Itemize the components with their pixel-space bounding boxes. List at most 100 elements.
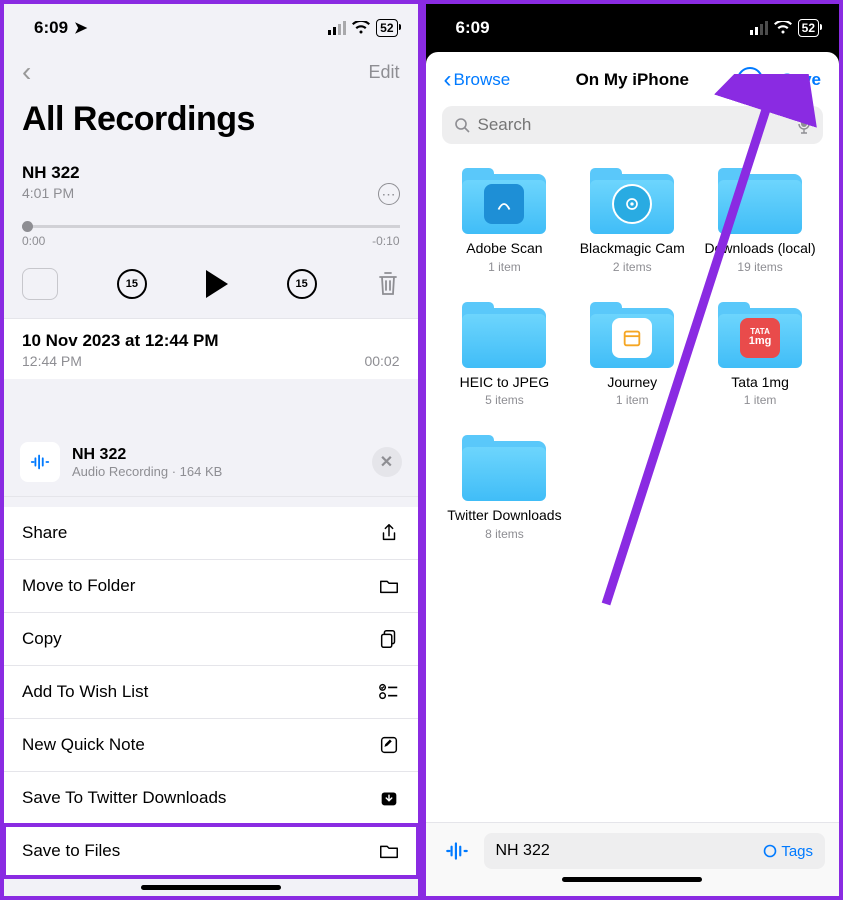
browse-back-button[interactable]: ‹ Browse <box>444 66 511 94</box>
folder-icon <box>718 168 802 234</box>
recording-name: NH 322 <box>22 163 400 183</box>
voice-memos-screen: 6:09 ➤ 52 ‹ Edit All Recordings NH 322 4… <box>0 0 422 900</box>
status-time: 6:09 <box>34 18 68 38</box>
more-options-icon[interactable]: ⋯ <box>378 183 400 205</box>
twitter-downloads-action[interactable]: Save To Twitter Downloads <box>4 772 418 825</box>
share-icon <box>378 522 400 544</box>
folder-downloads-local[interactable]: Downloads (local) 19 items <box>699 168 821 274</box>
folder-count: 5 items <box>485 393 524 407</box>
battery-icon: 52 <box>376 19 397 37</box>
timeline-track[interactable] <box>22 225 400 228</box>
sheet-actions: Share Move to Folder Copy Add To Wish Li… <box>4 507 418 877</box>
folder-twitter-downloads[interactable]: Twitter Downloads 8 items <box>444 435 566 541</box>
folder-icon <box>590 302 674 368</box>
action-label: Save to Files <box>22 841 120 861</box>
sheet-subtitle: Audio Recording · 164 KB <box>72 464 360 479</box>
download-box-icon <box>378 787 400 809</box>
current-recording[interactable]: NH 322 4:01 PM ⋯ <box>4 153 418 207</box>
folder-tata-1mg[interactable]: TATA1mg Tata 1mg 1 item <box>699 302 821 408</box>
move-to-folder-action[interactable]: Move to Folder <box>4 560 418 613</box>
folder-icon <box>378 575 400 597</box>
edit-button[interactable]: Edit <box>368 62 399 83</box>
folder-count: 8 items <box>485 527 524 541</box>
folder-count: 1 item <box>744 393 777 407</box>
folder-blackmagic-cam[interactable]: Blackmagic Cam 2 items <box>571 168 693 274</box>
files-picker-screen: 6:09 52 ‹ Browse On My iPhone ⋯ Save <box>422 0 843 900</box>
files-nav: ‹ Browse On My iPhone ⋯ Save <box>426 52 840 106</box>
audio-file-icon <box>20 442 60 482</box>
sheet-header: NH 322 Audio Recording · 164 KB ✕ <box>4 428 418 497</box>
sheet-title: NH 322 <box>72 446 360 464</box>
action-label: Move to Folder <box>22 576 135 596</box>
options-icon[interactable] <box>22 268 58 300</box>
more-options-button[interactable]: ⋯ <box>737 67 763 93</box>
status-indicators: 52 <box>750 19 819 37</box>
wifi-icon <box>774 21 792 35</box>
folder-count: 1 item <box>488 260 521 274</box>
mic-icon[interactable] <box>797 116 811 134</box>
signal-icon <box>328 21 346 35</box>
recording-duration: 00:02 <box>364 353 399 369</box>
search-field[interactable] <box>442 106 824 144</box>
wifi-icon <box>352 21 370 35</box>
folder-name: Tata 1mg <box>731 374 789 392</box>
search-input[interactable] <box>478 115 790 135</box>
close-button[interactable]: ✕ <box>372 447 402 477</box>
save-button[interactable]: Save <box>781 70 821 90</box>
tag-icon <box>763 844 777 858</box>
home-indicator[interactable] <box>562 877 702 882</box>
audio-file-icon <box>440 834 474 868</box>
recording-name: 10 Nov 2023 at 12:44 PM <box>22 331 400 351</box>
folder-name: Twitter Downloads <box>447 507 561 525</box>
status-indicators: 52 <box>328 19 397 37</box>
folder-icon <box>590 168 674 234</box>
folder-count: 2 items <box>613 260 652 274</box>
folder-icon: TATA1mg <box>718 302 802 368</box>
back-chevron-icon[interactable]: ‹ <box>22 56 31 88</box>
wish-list-action[interactable]: Add To Wish List <box>4 666 418 719</box>
share-sheet: NH 322 Audio Recording · 164 KB ✕ Share … <box>4 428 418 896</box>
share-action[interactable]: Share <box>4 507 418 560</box>
folder-adobe-scan[interactable]: Adobe Scan 1 item <box>444 168 566 274</box>
status-bar: 6:09 ➤ 52 <box>4 4 418 48</box>
recording-time: 12:44 PM <box>22 353 82 369</box>
play-button[interactable] <box>206 270 228 298</box>
folder-icon <box>462 302 546 368</box>
location-icon: ➤ <box>74 18 87 38</box>
folder-name: Adobe Scan <box>466 240 542 258</box>
search-icon <box>454 117 470 133</box>
status-time: 6:09 <box>456 18 490 38</box>
folder-name: Downloads (local) <box>704 240 815 258</box>
quick-note-action[interactable]: New Quick Note <box>4 719 418 772</box>
signal-icon <box>750 21 768 35</box>
save-to-files-action[interactable]: Save to Files <box>4 825 418 877</box>
nav-bar: ‹ Edit <box>4 48 418 96</box>
recording-item[interactable]: 10 Nov 2023 at 12:44 PM 12:44 PM 00:02 <box>4 318 418 379</box>
skip-back-button[interactable]: 15 <box>117 269 147 299</box>
copy-icon <box>378 628 400 650</box>
list-check-icon <box>378 681 400 703</box>
skip-forward-button[interactable]: 15 <box>287 269 317 299</box>
page-title: All Recordings <box>4 96 418 153</box>
trash-icon[interactable] <box>376 270 400 298</box>
battery-icon: 52 <box>798 19 819 37</box>
status-bar: 6:09 52 <box>426 4 840 48</box>
playback-timeline[interactable]: 0:00 -0:10 <box>4 207 418 250</box>
tags-button[interactable]: Tags <box>763 843 813 860</box>
filename-text: NH 322 <box>496 842 550 860</box>
copy-action[interactable]: Copy <box>4 613 418 666</box>
recording-time: 4:01 PM <box>22 185 400 201</box>
time-start: 0:00 <box>22 234 45 248</box>
folder-icon <box>378 840 400 862</box>
folder-icon <box>462 168 546 234</box>
folder-journey[interactable]: Journey 1 item <box>571 302 693 408</box>
filename-field[interactable]: NH 322 Tags <box>484 833 826 869</box>
location-title: On My iPhone <box>576 70 689 90</box>
action-label: Add To Wish List <box>22 682 148 702</box>
action-label: Save To Twitter Downloads <box>22 788 226 808</box>
time-end: -0:10 <box>372 234 399 248</box>
playback-controls: 15 15 <box>4 250 418 318</box>
folder-heic-to-jpeg[interactable]: HEIC to JPEG 5 items <box>444 302 566 408</box>
home-indicator[interactable] <box>141 885 281 890</box>
folder-count: 19 items <box>737 260 782 274</box>
